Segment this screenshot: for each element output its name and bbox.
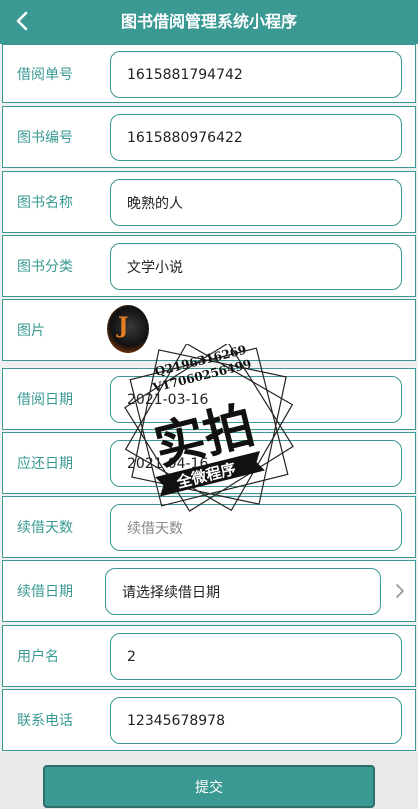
row-borrow-date: 借阅日期 2021-03-16 bbox=[2, 368, 416, 430]
book-no-label: 图书编号 bbox=[17, 130, 73, 146]
borrow-date-label: 借阅日期 bbox=[17, 392, 73, 408]
borrow-date-input[interactable]: 2021-03-16 bbox=[110, 376, 402, 423]
renew-days-label: 续借天数 bbox=[17, 520, 73, 536]
row-book-category: 图书分类 文学小说 bbox=[2, 235, 416, 297]
row-book-no: 图书编号 1615880976422 bbox=[2, 106, 416, 168]
due-date-input[interactable]: 2021-04-16 bbox=[110, 440, 402, 487]
phone-input[interactable]: 12345678978 bbox=[110, 697, 402, 744]
username-label: 用户名 bbox=[17, 649, 59, 665]
renew-days-input[interactable]: 续借天数 bbox=[110, 504, 402, 551]
due-date-label: 应还日期 bbox=[17, 456, 73, 472]
row-renew-days: 续借天数 续借天数 bbox=[2, 496, 416, 558]
row-username: 用户名 2 bbox=[2, 625, 416, 687]
image-label: 图片 bbox=[17, 323, 45, 339]
borrow-no-input[interactable]: 1615881794742 bbox=[110, 51, 402, 98]
row-due-date: 应还日期 2021-04-16 bbox=[2, 432, 416, 494]
borrow-no-label: 借阅单号 bbox=[17, 66, 73, 83]
book-name-input[interactable]: 晚熟的人 bbox=[110, 179, 402, 226]
book-no-input[interactable]: 1615880976422 bbox=[110, 114, 402, 161]
book-name-label: 图书名称 bbox=[17, 195, 73, 211]
header-bar: 图书借阅管理系统小程序 bbox=[0, 0, 418, 44]
row-image: 图片 J bbox=[2, 299, 416, 361]
book-category-input[interactable]: 文学小说 bbox=[110, 243, 402, 290]
page-title: 图书借阅管理系统小程序 bbox=[120, 12, 297, 31]
phone-label: 联系电话 bbox=[17, 713, 73, 729]
renew-date-picker[interactable]: 请选择续借日期 bbox=[105, 568, 381, 615]
username-input[interactable]: 2 bbox=[110, 633, 402, 680]
row-phone: 联系电话 12345678978 bbox=[2, 689, 416, 751]
renew-date-label: 续借日期 bbox=[17, 584, 73, 600]
row-book-name: 图书名称 晚熟的人 bbox=[2, 171, 416, 233]
row-borrow-no: 借阅单号 1615881794742 bbox=[2, 44, 416, 103]
book-category-label: 图书分类 bbox=[17, 259, 73, 275]
chevron-right-icon[interactable] bbox=[395, 561, 405, 621]
book-cover-image[interactable]: J bbox=[107, 305, 149, 353]
submit-button[interactable]: 提交 bbox=[43, 765, 375, 808]
row-renew-date: 续借日期 请选择续借日期 bbox=[2, 560, 416, 622]
